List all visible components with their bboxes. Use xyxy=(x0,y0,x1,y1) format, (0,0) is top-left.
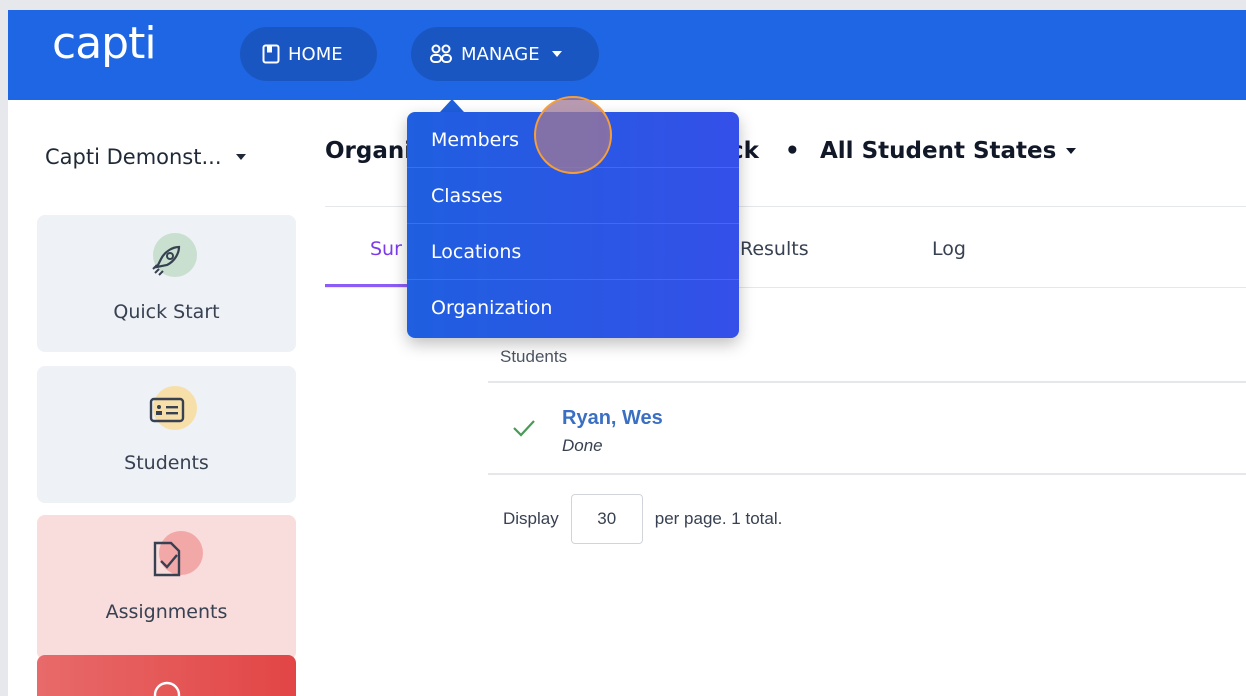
menu-item-locations[interactable]: Locations xyxy=(407,224,739,280)
click-indicator xyxy=(534,96,612,174)
menu-item-classes[interactable]: Classes xyxy=(407,168,739,224)
students-label: Students xyxy=(124,452,209,474)
page-size-input[interactable]: 30 xyxy=(570,494,643,544)
assignments-label: Assignments xyxy=(105,601,228,623)
students-card[interactable]: Students xyxy=(37,366,296,503)
pager-prefix: Display xyxy=(503,509,559,528)
dropdown-pointer xyxy=(440,99,464,112)
rocket-icon xyxy=(145,233,197,281)
student-state-filter[interactable]: All Student States xyxy=(820,138,1077,164)
people-icon xyxy=(429,44,453,64)
divider xyxy=(488,381,1246,383)
organization-selector[interactable]: Capti Demonst... xyxy=(45,145,246,169)
quick-start-label: Quick Start xyxy=(113,301,220,323)
tab-log[interactable]: Log xyxy=(932,238,966,260)
home-label: HOME xyxy=(288,43,343,65)
tab-summary[interactable]: Sur xyxy=(370,238,402,260)
divider xyxy=(488,473,1246,475)
student-status: Done xyxy=(562,436,603,455)
pager-suffix: per page. 1 total. xyxy=(654,509,783,528)
next-sidebar-card[interactable] xyxy=(37,655,296,696)
quick-start-card[interactable]: Quick Start xyxy=(37,215,296,352)
chevron-down-icon xyxy=(1066,148,1077,154)
home-button[interactable]: HOME xyxy=(240,27,377,81)
menu-item-organization[interactable]: Organization xyxy=(407,280,739,336)
student-name-link[interactable]: Ryan, Wes xyxy=(562,407,663,430)
breadcrumb-organization[interactable]: Organi xyxy=(325,138,412,164)
assignment-icon xyxy=(145,531,203,581)
student-state-label: All Student States xyxy=(820,138,1057,164)
app-window: capti HOME MANAGE Capti Demonst... Quick… xyxy=(8,10,1246,696)
tab-results[interactable]: Results xyxy=(740,238,809,260)
capti-logo[interactable]: capti xyxy=(52,18,157,69)
book-icon xyxy=(262,44,280,64)
dashboard-icon xyxy=(147,675,187,696)
top-navigation-bar: capti HOME MANAGE xyxy=(8,10,1246,100)
chevron-down-icon xyxy=(235,154,246,160)
breadcrumb-separator: • xyxy=(785,138,800,164)
manage-label: MANAGE xyxy=(461,43,540,65)
id-card-icon xyxy=(145,386,197,432)
students-column-header[interactable]: Students xyxy=(500,347,567,367)
checkmark-icon xyxy=(511,418,537,443)
manage-button[interactable]: MANAGE xyxy=(411,27,599,81)
organization-name: Capti Demonst... xyxy=(45,145,222,169)
assignments-card[interactable]: Assignments xyxy=(37,515,296,660)
chevron-down-icon xyxy=(551,51,562,57)
pagination: Display 30 per page. 1 total. xyxy=(503,494,782,544)
